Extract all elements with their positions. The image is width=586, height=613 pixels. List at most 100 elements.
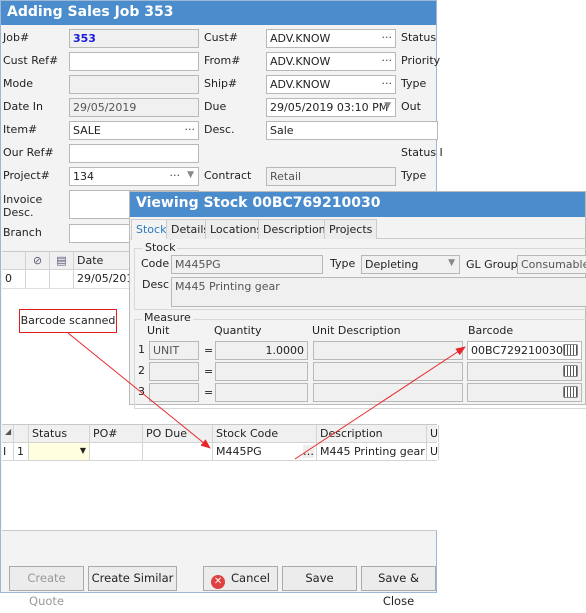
type-select[interactable]: Depleting ▼: [361, 255, 460, 274]
date-in-field: 29/05/2019: [69, 98, 199, 117]
cust-ref-input[interactable]: [69, 52, 199, 71]
unit-description-field: [313, 362, 463, 381]
status-label: Status: [401, 31, 437, 44]
job-label: Job#: [3, 31, 30, 44]
note-icon[interactable]: ▤: [50, 252, 74, 269]
header-cell: [2, 252, 26, 269]
ship-input[interactable]: ADV.KNOW ···: [266, 75, 396, 94]
row-number: 1: [14, 443, 29, 460]
item-label: Item#: [3, 123, 38, 136]
row-number: 2: [138, 364, 145, 377]
tab-bar: Stock Details Locations Descriptions Pro…: [130, 219, 585, 240]
header-status[interactable]: Status: [29, 425, 90, 442]
chevron-down-icon[interactable]: ▼: [187, 170, 194, 180]
our-ref-input[interactable]: [69, 144, 199, 163]
project-input[interactable]: 134 ··· ▼: [69, 167, 199, 186]
desc-input[interactable]: Sale: [266, 121, 438, 140]
table-row[interactable]: I 1 ▼ M445PG … M445 Printing gear UI: [2, 443, 439, 461]
stock-window-title: Viewing Stock 00BC769210030: [130, 192, 585, 217]
desc-label: Desc: [142, 278, 170, 291]
ship-value: ADV.KNOW: [270, 78, 331, 91]
header-unit[interactable]: Ur: [427, 425, 439, 442]
mode-label: Mode: [3, 77, 33, 90]
quantity-field: 1.0000: [215, 341, 308, 360]
unit-description-header: Unit Description: [312, 324, 401, 337]
header-po-due[interactable]: PO Due: [143, 425, 213, 442]
quantity-field: [215, 362, 308, 381]
ellipsis-icon[interactable]: ···: [170, 169, 181, 182]
status-dropdown[interactable]: ▼: [29, 443, 90, 460]
unit-field: [149, 362, 199, 381]
branch-label: Branch: [3, 226, 42, 239]
header-cell: [14, 425, 29, 442]
project-value: 134: [73, 170, 94, 183]
item-value: SALE: [73, 124, 101, 137]
cancel-button[interactable]: ✕ Cancel: [203, 566, 278, 591]
cancel-icon: ✕: [211, 575, 226, 589]
ellipsis-icon[interactable]: ···: [382, 77, 393, 90]
our-ref-label: Our Ref#: [3, 146, 54, 159]
po-cell[interactable]: [90, 443, 143, 460]
barcode-field[interactable]: 00BC729210030: [467, 341, 582, 360]
barcode-field[interactable]: [467, 383, 582, 402]
barcode-icon[interactable]: [563, 344, 578, 356]
paperclip-icon[interactable]: ⊘: [26, 252, 50, 269]
barcode-icon[interactable]: [563, 386, 578, 398]
cust-label: Cust#: [204, 31, 238, 44]
contract-label: Contract: [204, 169, 252, 182]
ellipsis-icon[interactable]: ···: [382, 31, 393, 44]
out-label: Out: [401, 100, 421, 113]
desc-field: M445 Printing gear: [171, 277, 586, 307]
corner-icon[interactable]: ◢: [2, 425, 14, 442]
stock-code-cell[interactable]: M445PG…: [213, 443, 317, 460]
date-in-label: Date In: [3, 100, 44, 113]
barcode-field[interactable]: [467, 362, 582, 381]
stock-group-label: Stock: [143, 241, 178, 254]
cust-value: ADV.KNOW: [270, 32, 331, 45]
unit-field: [149, 383, 199, 402]
header-stock-code[interactable]: Stock Code: [213, 425, 317, 442]
ellipsis-icon[interactable]: …: [303, 445, 314, 458]
gl-group-label: GL Group: [466, 258, 518, 271]
ship-label: Ship#: [204, 77, 238, 90]
caret-down-icon[interactable]: ▼: [80, 446, 86, 455]
create-quote-button[interactable]: Create Quote: [9, 566, 84, 608]
chevron-down-icon[interactable]: ▼: [384, 101, 391, 111]
unit-description-field: [313, 341, 463, 360]
type-label: Type: [401, 77, 427, 90]
due-input[interactable]: 29/05/2019 03:10 PM ▼: [266, 98, 396, 117]
description-cell[interactable]: M445 Printing gear: [317, 443, 427, 460]
status-i-label: Status I: [401, 146, 443, 159]
ellipsis-icon[interactable]: ···: [382, 54, 393, 67]
window-title: Adding Sales Job 353: [1, 1, 436, 25]
equals-sign: =: [204, 344, 214, 357]
measure-group-label: Measure: [142, 311, 193, 324]
chevron-down-icon[interactable]: ▼: [448, 258, 455, 268]
type2-label: Type: [401, 169, 427, 182]
due-label: Due: [204, 100, 227, 113]
ellipsis-icon[interactable]: ···: [185, 123, 196, 136]
equals-sign: =: [204, 365, 214, 378]
header-description[interactable]: Description: [317, 425, 427, 442]
stock-window: Viewing Stock 00BC769210030 Stock Detail…: [129, 191, 586, 409]
save-button[interactable]: Save: [282, 566, 357, 591]
cust-input[interactable]: ADV.KNOW ···: [266, 29, 396, 48]
project-label: Project#: [3, 169, 50, 182]
row-number: 3: [138, 385, 145, 398]
gl-group-field: Consumable: [517, 255, 586, 274]
job-number-field: 353: [69, 29, 199, 48]
barcode-value: 00BC729210030: [471, 344, 564, 357]
unit-cell[interactable]: UI: [427, 443, 439, 460]
item-input[interactable]: SALE ···: [69, 121, 199, 140]
header-po[interactable]: PO#: [90, 425, 143, 442]
po-due-cell[interactable]: [143, 443, 213, 460]
equals-sign: =: [204, 386, 214, 399]
unit-field: UNIT: [149, 341, 199, 360]
save-close-button[interactable]: Save & Close: [361, 566, 436, 608]
create-similar-button[interactable]: Create Similar: [88, 566, 177, 591]
mode-input[interactable]: [69, 75, 199, 94]
from-input[interactable]: ADV.KNOW ···: [266, 52, 396, 71]
tab-projects[interactable]: Projects: [324, 219, 378, 239]
barcode-icon[interactable]: [563, 365, 578, 377]
quantity-header: Quantity: [214, 324, 262, 337]
